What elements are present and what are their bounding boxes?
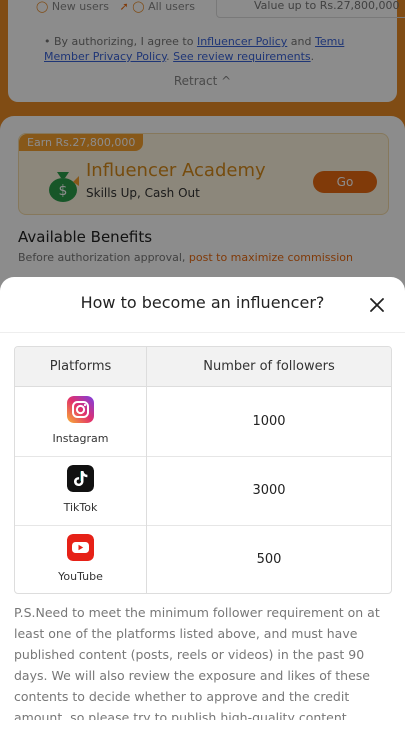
follower-count: 500 (256, 552, 282, 567)
header-followers: Number of followers (203, 359, 335, 374)
influencer-requirements-sheet: How to become an influencer? Platforms N… (0, 277, 405, 720)
platform-name: YouTube (58, 570, 103, 583)
sheet-title: How to become an influencer? (80, 293, 325, 312)
table-row: TikTok 3000 (15, 456, 391, 526)
tiktok-icon (67, 465, 94, 492)
ps-note: P.S.Need to meet the minimum follower re… (14, 605, 380, 720)
close-icon (370, 298, 384, 312)
platform-name: TikTok (63, 501, 98, 514)
close-button[interactable] (364, 292, 390, 318)
platform-cell: TikTok (15, 456, 146, 525)
header-platforms: Platforms (49, 359, 112, 374)
platform-cell: Instagram (15, 387, 146, 456)
table-row: YouTube 500 (15, 525, 391, 593)
youtube-icon (67, 534, 94, 561)
platform-cell: YouTube (15, 525, 146, 593)
follower-count: 1000 (252, 414, 286, 429)
table-row: Instagram 1000 (15, 387, 391, 457)
header-divider (0, 332, 405, 333)
followers-table: Platforms Number of followers Instagram … (14, 346, 392, 594)
table-header: Platforms Number of followers (15, 347, 391, 387)
column-divider (146, 347, 147, 593)
platform-name: Instagram (52, 432, 109, 445)
instagram-icon (67, 396, 94, 423)
follower-count: 3000 (252, 483, 286, 498)
